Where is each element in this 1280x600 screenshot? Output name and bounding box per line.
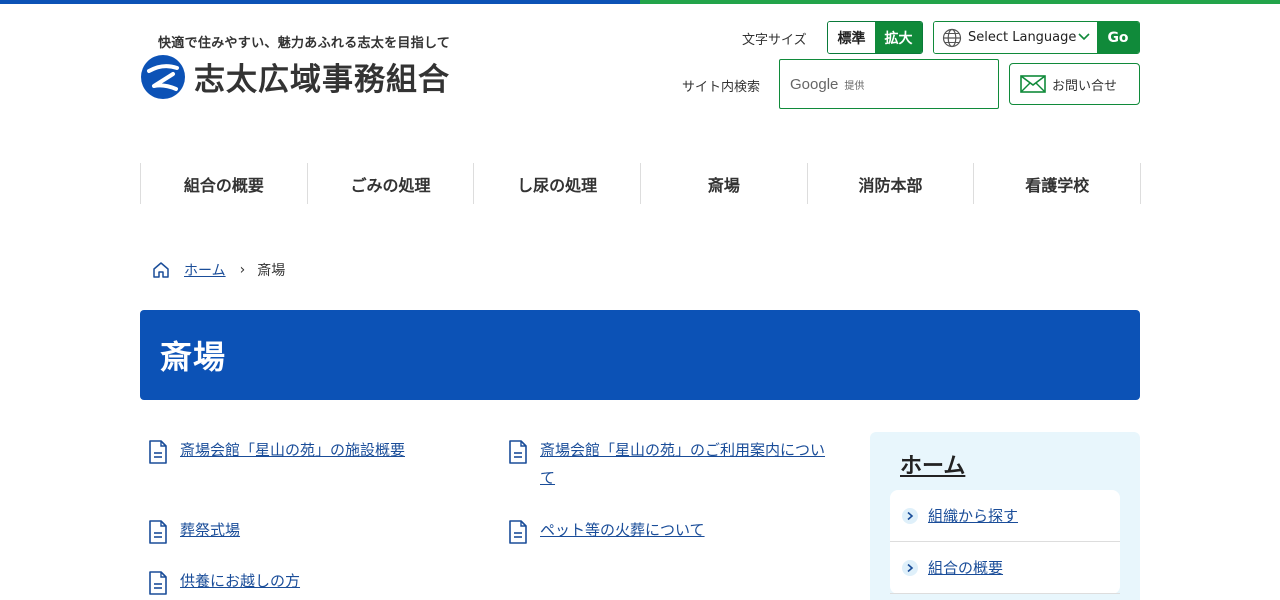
language-selector: Select Language Go (933, 21, 1140, 54)
content-link-item: 供養にお越しの方 (148, 567, 488, 595)
language-select[interactable]: Select Language (934, 22, 1097, 53)
home-icon (153, 262, 169, 278)
link-facility-overview[interactable]: 斎場会館「星山の苑」の施設概要 (180, 436, 405, 464)
font-size-large-button[interactable]: 拡大 (875, 22, 922, 53)
nav-item-fire-department[interactable]: 消防本部 (808, 163, 975, 204)
document-icon (509, 440, 527, 464)
document-icon (149, 440, 167, 464)
mail-icon (1020, 75, 1046, 93)
document-icon (509, 520, 527, 544)
document-icon (149, 571, 167, 595)
breadcrumb: ホーム › 斎場 (152, 260, 285, 280)
site-search-label: サイト内検索 (682, 80, 761, 95)
sidebar-item-overview[interactable]: 組合の概要 (890, 542, 1120, 594)
global-nav: 組合の概要 ごみの処理 し尿の処理 斎場 消防本部 看護学校 (140, 163, 1142, 204)
link-usage-guide[interactable]: 斎場会館「星山の苑」のご利用案内について (540, 436, 838, 492)
breadcrumb-current: 斎場 (257, 263, 286, 279)
globe-icon (942, 28, 962, 47)
sidebar-item-label[interactable]: 組織から探す (928, 505, 1018, 526)
top-accent-blue (0, 0, 640, 4)
nav-item-crematorium[interactable]: 斎場 (641, 163, 808, 204)
sidebar-list: 組織から探す 組合の概要 (890, 490, 1120, 594)
sidebar-item-organization[interactable]: 組織から探す (890, 490, 1120, 542)
top-accent-green (640, 0, 1280, 4)
content-link-item: 葬祭式場 (148, 516, 488, 544)
site-search-input[interactable]: Google 提供 (779, 59, 999, 109)
sidebar-nav: ホーム 組織から探す 組合の概要 (870, 432, 1140, 600)
chevron-right-icon (902, 507, 918, 524)
chevron-down-icon (1078, 33, 1090, 41)
site-name: 志太広域事務組合 (194, 62, 450, 98)
link-pet-cremation[interactable]: ペット等の火葬について (540, 516, 705, 544)
top-accent-bar (0, 0, 1280, 4)
document-icon (149, 520, 167, 544)
nav-item-nursing-school[interactable]: 看護学校 (974, 163, 1142, 204)
nav-item-waste[interactable]: ごみの処理 (308, 163, 475, 204)
link-memorial-visitors[interactable]: 供養にお越しの方 (180, 567, 300, 595)
content-link-item: 斎場会館「星山の苑」の施設概要 (148, 436, 488, 464)
nav-item-overview[interactable]: 組合の概要 (141, 163, 308, 204)
page-title-banner: 斎場 (140, 310, 1140, 400)
site-logo[interactable]: 快適で住みやすい、魅力あふれる志太を目指して 志太広域事務組合 (140, 32, 480, 102)
sidebar-heading-home-link[interactable]: ホーム (900, 448, 965, 480)
search-provider-suffix: 提供 (844, 80, 865, 92)
page-title: 斎場 (160, 338, 227, 376)
sidebar-item-label[interactable]: 組合の概要 (928, 557, 1003, 578)
nav-item-sewage[interactable]: し尿の処理 (474, 163, 642, 204)
font-size-standard-button[interactable]: 標準 (828, 22, 875, 53)
font-size-label: 文字サイズ (742, 33, 807, 48)
site-tagline: 快適で住みやすい、魅力あふれる志太を目指して (158, 36, 451, 51)
logo-mark-icon (141, 55, 185, 99)
link-funeral-hall[interactable]: 葬祭式場 (180, 516, 240, 544)
breadcrumb-separator: › (239, 262, 246, 278)
content-link-item: ペット等の火葬について (508, 516, 838, 544)
contact-label: お問い合せ (1052, 78, 1118, 94)
chevron-right-icon (902, 559, 918, 576)
search-provider-brand: Google (790, 75, 839, 93)
breadcrumb-home-link[interactable]: ホーム (184, 260, 226, 280)
font-size-toggle: 標準 拡大 (827, 21, 923, 54)
language-selected-value: Select Language (968, 30, 1077, 45)
language-go-button[interactable]: Go (1097, 22, 1139, 53)
content-link-item: 斎場会館「星山の苑」のご利用案内について (508, 436, 838, 492)
contact-button[interactable]: お問い合せ (1009, 63, 1140, 105)
